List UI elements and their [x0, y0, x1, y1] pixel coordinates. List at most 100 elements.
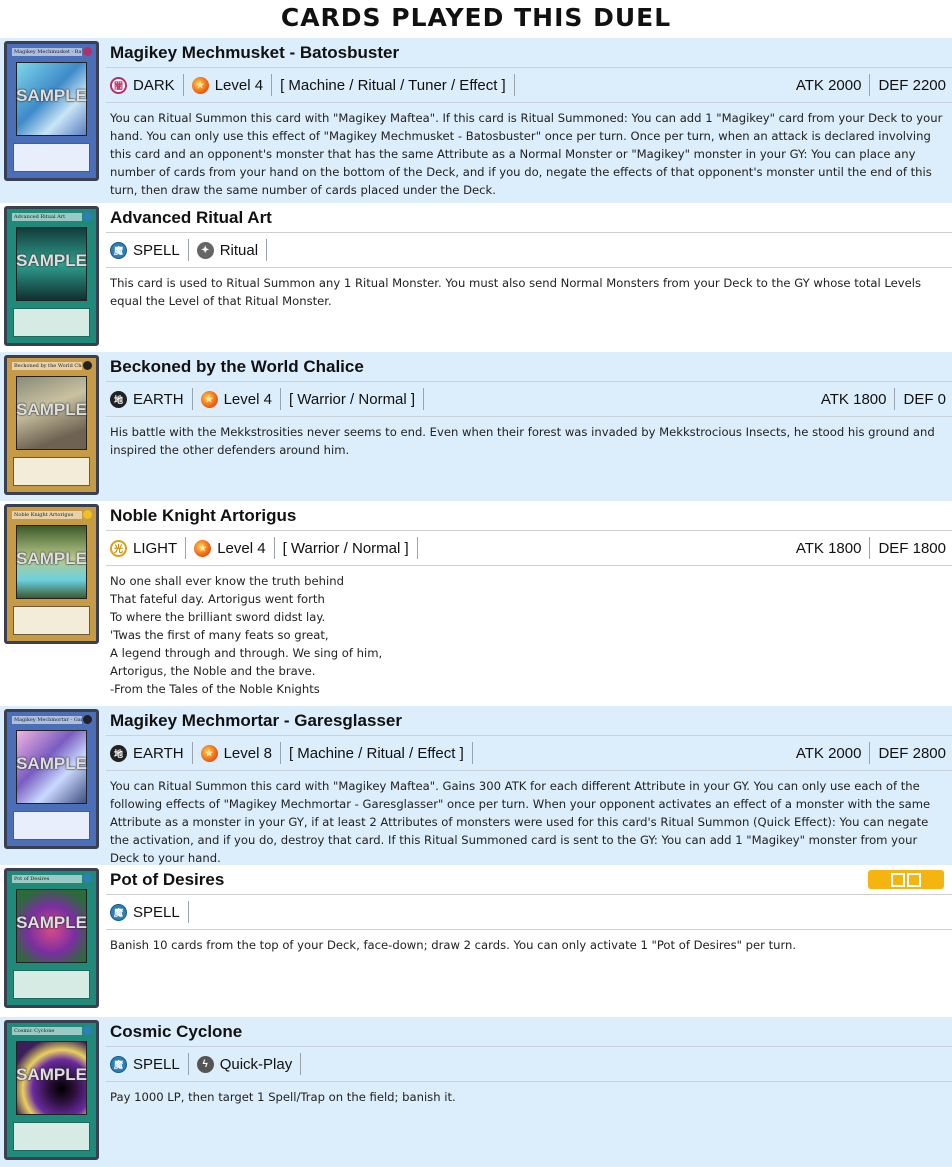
flavor-line: 'Twas the first of many feats so great, — [110, 628, 329, 642]
level-chip: ★ Level 8 — [200, 742, 281, 764]
sample-watermark: SAMPLE — [16, 549, 87, 568]
level-chip: ★ Level 4 — [191, 74, 273, 96]
types-label: [ Machine / Ritual / Effect ] — [288, 744, 464, 762]
card-textbox — [13, 308, 90, 337]
card-image-name: Magikey Mechmusket - Batosbuster — [12, 48, 82, 56]
dark-attribute-icon: 闇 — [110, 76, 127, 94]
spell-icon: 魔 — [110, 1055, 127, 1073]
card-image[interactable]: Pot of Desires SAMPLE — [4, 868, 99, 1008]
spell-type-chip: ✦ Ritual — [196, 239, 268, 261]
attribute-chip: 光 LIGHT — [110, 537, 187, 559]
card-kind-chip: 魔 SPELL — [110, 239, 189, 261]
card-name[interactable]: Magikey Mechmusket - Batosbuster — [106, 38, 952, 68]
level-star-icon: ★ — [200, 390, 218, 408]
card-stats: 魔 SPELL ϟ Quick-Play — [106, 1047, 952, 1082]
level-label: Level 4 — [223, 390, 272, 408]
card-kind-label: SPELL — [133, 1055, 180, 1073]
card-image[interactable]: Cosmic Cyclone SAMPLE — [4, 1020, 99, 1160]
flavor-line: Artorigus, the Noble and the brave. — [110, 664, 316, 678]
card-image-name: Noble Knight Artorigus — [12, 511, 82, 519]
card-name[interactable]: Cosmic Cyclone — [106, 1017, 952, 1047]
flavor-line: A legend through and through. We sing of… — [110, 646, 383, 660]
attribute-dot-icon — [83, 47, 92, 56]
level-label: Level 4 — [217, 539, 266, 557]
flavor-line: That fateful day. Artorigus went forth — [110, 592, 325, 606]
card-image[interactable]: Beckoned by the World Chalice SAMPLE — [4, 355, 99, 495]
atk-value: ATK 2000 — [788, 74, 871, 96]
flavor-line: To where the brilliant sword didst lay. — [110, 610, 326, 624]
card-image-name: Beckoned by the World Chalice — [12, 362, 82, 370]
attribute-label: EARTH — [133, 390, 184, 408]
attribute-dot-icon — [83, 1026, 92, 1035]
card-row-garesglasser[interactable]: Magikey Mechmortar - Garesglasser SAMPLE… — [0, 706, 952, 865]
ritual-icon: ✦ — [196, 241, 214, 259]
card-image[interactable]: Magikey Mechmortar - Garesglasser SAMPLE — [4, 709, 99, 849]
types-chip: [ Machine / Ritual / Tuner / Effect ] — [280, 74, 515, 96]
card-textbox — [13, 811, 90, 840]
card-image[interactable]: Noble Knight Artorigus SAMPLE — [4, 504, 99, 644]
card-image-name: Magikey Mechmortar - Garesglasser — [12, 716, 82, 724]
card-stats: 光 LIGHT ★ Level 4 [ Warrior / Normal ] ATK… — [106, 531, 952, 566]
sample-watermark: SAMPLE — [16, 1065, 87, 1084]
card-description: This card is used to Ritual Summon any 1… — [110, 276, 922, 308]
attribute-dot-icon — [83, 874, 92, 883]
types-chip: [ Machine / Ritual / Effect ] — [289, 742, 473, 764]
level-label: Level 8 — [223, 744, 272, 762]
attribute-dot-icon — [83, 361, 92, 370]
attribute-chip: 地 EARTH — [110, 742, 193, 764]
card-stats: 地 EARTH ★ Level 8 [ Machine / Ritual / Eff… — [106, 736, 952, 771]
sample-watermark: SAMPLE — [16, 400, 87, 419]
card-textbox — [13, 970, 90, 999]
level-label: Level 4 — [214, 76, 264, 94]
card-image-name: Cosmic Cyclone — [12, 1027, 82, 1035]
types-chip: [ Warrior / Normal ] — [283, 537, 418, 559]
card-row-cosmic-cyclone[interactable]: Cosmic Cyclone SAMPLE Cosmic Cyclone 魔 SP… — [0, 1017, 952, 1167]
sample-watermark: SAMPLE — [16, 913, 87, 932]
card-image[interactable]: Magikey Mechmusket - Batosbuster SAMPLE — [4, 41, 99, 181]
light-attribute-icon: 光 — [110, 539, 127, 557]
types-label: [ Machine / Ritual / Tuner / Effect ] — [280, 76, 506, 94]
spell-type-label: Ritual — [219, 241, 259, 259]
card-stats: 闇 DARK ★ Level 4 [ Machine / Ritual / Tune… — [106, 68, 952, 103]
card-kind-chip: 魔 SPELL — [110, 901, 189, 923]
flavor-line: No one shall ever know the truth behind — [110, 574, 344, 588]
types-label: [ Warrior / Normal ] — [282, 539, 409, 557]
card-description: No one shall ever know the truth behind … — [106, 566, 952, 698]
card-textbox — [13, 143, 90, 172]
types-label: [ Warrior / Normal ] — [288, 390, 416, 408]
level-star-icon: ★ — [191, 76, 209, 94]
card-name[interactable]: Pot of Desires — [106, 865, 952, 895]
card-row-batosbuster[interactable]: Magikey Mechmusket - Batosbuster SAMPLE … — [0, 38, 952, 203]
page-title: CARDS PLAYED THIS DUEL — [280, 3, 672, 32]
atk-value: ATK 2000 — [788, 742, 871, 764]
attribute-chip: 地 EARTH — [110, 388, 193, 410]
card-row-pot-of-desires[interactable]: Pot of Desires SAMPLE Pot of Desires 魔 SP… — [0, 865, 952, 1017]
attribute-dot-icon — [83, 510, 92, 519]
card-description: Banish 10 cards from the top of your Dec… — [110, 938, 797, 952]
card-row-beckoned-by-the-world-chalice[interactable]: Beckoned by the World Chalice SAMPLE Bec… — [0, 352, 952, 501]
card-name[interactable]: Advanced Ritual Art — [106, 203, 952, 233]
attribute-label: LIGHT — [133, 539, 178, 557]
spell-icon: 魔 — [110, 903, 127, 921]
card-image[interactable]: Advanced Ritual Art SAMPLE — [4, 206, 99, 346]
card-description: You can Ritual Summon this card with "Ma… — [110, 779, 931, 865]
card-name[interactable]: Magikey Mechmortar - Garesglasser — [106, 706, 952, 736]
card-name[interactable]: Noble Knight Artorigus — [106, 501, 952, 531]
card-name[interactable]: Beckoned by the World Chalice — [106, 352, 952, 382]
card-row-noble-knight-artorigus[interactable]: Noble Knight Artorigus SAMPLE Noble Knig… — [0, 501, 952, 706]
card-description: You can Ritual Summon this card with "Ma… — [110, 111, 943, 197]
def-value: DEF 0 — [903, 390, 946, 408]
card-row-advanced-ritual-art[interactable]: Advanced Ritual Art SAMPLE Advanced Ritu… — [0, 203, 952, 352]
card-stats: 地 EARTH ★ Level 4 [ Warrior / Normal ] ATK… — [106, 382, 952, 417]
sample-watermark: SAMPLE — [16, 754, 87, 773]
def-value: DEF 1800 — [878, 539, 946, 557]
card-image-name: Advanced Ritual Art — [12, 213, 82, 221]
attribute-label: EARTH — [133, 744, 184, 762]
card-description: Pay 1000 LP, then target 1 Spell/Trap on… — [110, 1090, 456, 1104]
card-image-name: Pot of Desires — [12, 875, 82, 883]
spell-icon: 魔 — [110, 241, 127, 259]
sample-watermark: SAMPLE — [16, 251, 87, 270]
card-textbox — [13, 1122, 90, 1151]
card-stats: 魔 SPELL ✦ Ritual — [106, 233, 952, 268]
quick-play-icon: ϟ — [196, 1055, 214, 1073]
